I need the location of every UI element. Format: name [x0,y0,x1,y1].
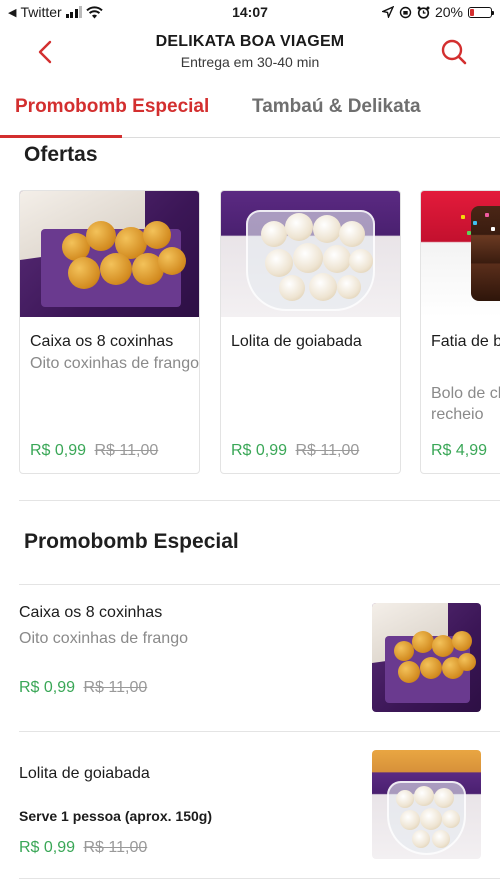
item-serving-info: Serve 1 pessoa (aprox. 150g) [19,808,212,824]
list-item[interactable]: Lolita de goiabada Serve 1 pessoa (aprox… [0,732,500,878]
offer-card[interactable]: Fatia de bolo feliz Bolo de chocolate co… [420,190,500,474]
offer-price: R$ 4,99 [431,442,488,459]
offer-price-row: R$ 0,99 R$ 11,00 [30,442,158,460]
category-tabs: Promobomb Especial Tambaú & Delikata [0,84,500,138]
list-divider [19,878,500,879]
product-image-lolita [221,191,400,317]
item-thumbnail-lolita [372,750,481,859]
alarm-icon [417,6,430,19]
offer-card[interactable]: Caixa os 8 coxinhas Oito coxinhas de fra… [19,190,200,474]
delivery-time: Entrega em 30-40 min [180,54,320,70]
offer-price-row: R$ 4,99 [431,442,491,460]
item-price-row: R$ 0,99 R$ 11,00 [19,679,147,697]
offer-price: R$ 0,99 [231,442,288,459]
search-button[interactable] [438,36,470,68]
item-price-row: R$ 0,99 R$ 11,00 [19,839,147,857]
item-old-price: R$ 11,00 [83,839,148,856]
section-title: Promobomb Especial [24,530,239,553]
tab-tambau-delikata[interactable]: Tambaú & Delikata [252,96,421,118]
item-name: Lolita de goiabada [19,765,150,782]
status-bar: ◀ Twitter 14:07 20% [0,0,500,26]
item-name: Caixa os 8 coxinhas [19,604,163,621]
item-price: R$ 0,99 [19,839,76,856]
status-right: 20% [381,4,494,20]
orientation-lock-icon [399,6,412,18]
active-tab-indicator [0,135,122,138]
offer-description: Bolo de chocolate com recheio [431,385,500,423]
tab-promobomb-especial[interactable]: Promobomb Especial [15,96,209,118]
item-old-price: R$ 11,00 [83,679,148,696]
battery-percent: 20% [434,4,463,20]
item-price: R$ 0,99 [19,679,76,696]
offer-name: Lolita de goiabada [231,333,362,350]
item-description: Oito coxinhas de frango [19,630,188,647]
store-name: DELIKATA BOA VIAGEM [155,33,345,50]
item-thumbnail-coxinhas [372,603,481,712]
offers-carousel[interactable]: Caixa os 8 coxinhas Oito coxinhas de fra… [19,190,500,475]
offer-name: Fatia de bolo feliz [431,333,500,350]
store-header: DELIKATA BOA VIAGEM Entrega em 30-40 min [0,26,500,78]
offers-title: Ofertas [24,143,98,166]
offer-price: R$ 0,99 [30,442,87,459]
search-icon [441,39,467,65]
offer-old-price: R$ 11,00 [94,442,159,459]
list-item[interactable]: Caixa os 8 coxinhas Oito coxinhas de fra… [0,585,500,731]
offer-description: Oito coxinhas de frango [30,355,199,372]
offer-name: Caixa os 8 coxinhas [30,333,174,350]
offer-old-price: R$ 11,00 [295,442,360,459]
location-arrow-icon [381,6,394,18]
product-image-coxinhas [20,191,199,317]
product-image-cake [421,191,500,317]
offer-card[interactable]: Lolita de goiabada R$ 0,99 R$ 11,00 [220,190,401,474]
battery-icon [468,6,494,18]
offer-price-row: R$ 0,99 R$ 11,00 [231,442,359,460]
section-divider [19,500,500,501]
